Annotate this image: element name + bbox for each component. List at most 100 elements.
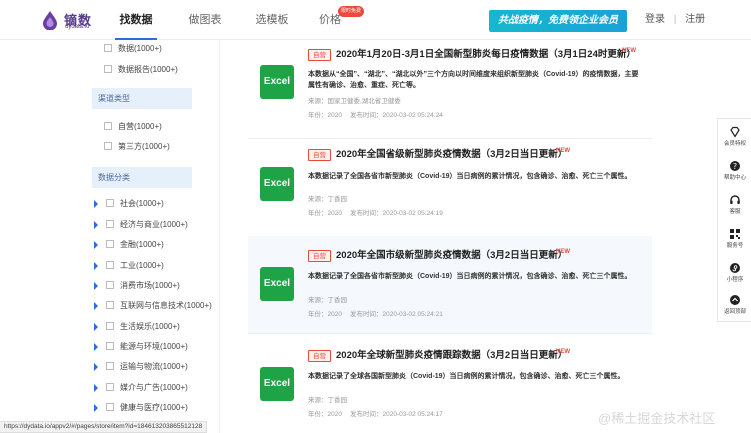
category-item[interactable]: 消费市场(1000+) (94, 279, 180, 293)
dataset-card[interactable]: Excel 自营 2020年1月20日-3月1日全国新型肺炎每日疫情数据（3月1… (248, 41, 652, 139)
qr-code-icon (730, 229, 740, 239)
excel-file-icon: Excel (260, 167, 294, 201)
data-category-heading: 数据分类 (92, 167, 192, 188)
customer-service-button[interactable]: 客服 (718, 191, 751, 220)
dataset-meta: 年份：2020 发布时间：2020-03-02 05:24:19 (308, 209, 451, 219)
checkbox[interactable] (104, 43, 112, 52)
expand-arrow-icon[interactable] (94, 363, 98, 371)
dataset-year: 年份：2020 (308, 112, 342, 119)
mini-program-button[interactable]: 小程序 (718, 259, 751, 288)
filter-option[interactable]: 数据(1000+) (104, 42, 162, 56)
filter-sidebar: 数据(1000+) 数据报告(1000+) 渠道类型 自营(1000+) 第三方… (0, 40, 220, 433)
category-item[interactable]: 社会(1000+) (94, 197, 164, 211)
dataset-source: 来源：丁香园 (308, 196, 347, 203)
dataset-source: 来源：丁香园 (308, 297, 347, 304)
dataset-year: 年份：2020 (308, 411, 342, 418)
nav-find-data[interactable]: 找数据 (115, 0, 157, 40)
headset-icon (730, 195, 740, 204)
expand-arrow-icon[interactable] (94, 241, 98, 249)
back-to-top-button[interactable]: 返回顶部 (718, 291, 751, 320)
mini-program-icon (730, 263, 740, 273)
right-float-toolbar: 会员特权 ? 帮助中心 客服 服务号 小程序 返回顶部 (717, 118, 751, 322)
dataset-title[interactable]: 2020年全国省级新型肺炎疫情数据（3月2日当日更新） (336, 148, 567, 162)
diamond-icon (730, 126, 740, 138)
channel-type-heading: 渠道类型 (92, 88, 192, 109)
checkbox[interactable] (106, 321, 114, 330)
excel-file-icon: Excel (260, 65, 294, 99)
expand-arrow-icon[interactable] (94, 323, 98, 331)
checkbox[interactable] (106, 239, 114, 248)
sidebar-divider (219, 40, 220, 433)
category-item[interactable]: 互联网与信息技术(1000+) (94, 299, 212, 313)
checkbox[interactable] (104, 141, 112, 150)
expand-arrow-icon[interactable] (94, 262, 98, 270)
filter-option[interactable]: 自营(1000+) (104, 120, 162, 134)
excel-file-icon: Excel (260, 367, 294, 401)
nav-templates[interactable]: 选模板 (252, 0, 292, 40)
checkbox[interactable] (106, 219, 114, 228)
expand-arrow-icon[interactable] (94, 282, 98, 290)
svg-text:?: ? (733, 162, 737, 171)
dataset-title[interactable]: 2020年全国市级新型肺炎疫情数据（3月2日当日更新） (336, 249, 567, 263)
dataset-meta: 年份：2020 发布时间：2020-03-02 05:24:24 (308, 111, 451, 121)
expand-arrow-icon[interactable] (94, 302, 98, 310)
checkbox[interactable] (106, 280, 114, 289)
new-badge: NEW (556, 349, 570, 355)
dataset-year: 年份：2020 (308, 210, 342, 217)
checkbox[interactable] (106, 361, 114, 370)
browser-status-url: https://dydata.io/appv2/#/pages/store/it… (0, 421, 208, 433)
category-item[interactable]: 经济与商业(1000+) (94, 218, 188, 232)
category-item[interactable]: 能源与环境(1000+) (94, 340, 188, 354)
pricing-badge: 限时免费 (338, 6, 365, 17)
help-icon: ? (730, 161, 740, 171)
nav-make-chart[interactable]: 做图表 (185, 0, 225, 40)
dataset-title[interactable]: 2020年全球新型肺炎疫情跟踪数据（3月2日当日更新） (336, 349, 567, 363)
filter-option[interactable]: 第三方(1000+) (104, 140, 170, 154)
register-link[interactable]: 注册 (685, 14, 705, 25)
login-link[interactable]: 登录 (645, 14, 665, 25)
logo-subtext: dydata.io (65, 24, 90, 30)
dataset-card[interactable]: Excel 自营 2020年全国市级新型肺炎疫情数据（3月2日当日更新） NEW… (248, 236, 652, 334)
checkbox[interactable] (104, 64, 112, 73)
dataset-title[interactable]: 2020年1月20日-3月1日全国新型肺炎每日疫情数据（3月1日24时更新） (336, 48, 636, 62)
arrow-up-icon (730, 295, 740, 305)
expand-arrow-icon[interactable] (94, 200, 98, 208)
logo-icon (43, 11, 57, 30)
self-operated-tag: 自营 (308, 250, 331, 262)
category-item[interactable]: 健康与医疗(1000+) (94, 401, 188, 415)
logo[interactable]: 镝数 dydata.io (40, 9, 110, 33)
checkbox[interactable] (106, 300, 114, 309)
expand-arrow-icon[interactable] (94, 343, 98, 351)
checkbox[interactable] (106, 402, 114, 411)
help-center-button[interactable]: ? 帮助中心 (718, 157, 751, 186)
service-account-button[interactable]: 服务号 (718, 225, 751, 254)
checkbox[interactable] (106, 382, 114, 391)
dataset-card[interactable]: Excel 自营 2020年全球新型肺炎疫情跟踪数据（3月2日当日更新） NEW… (248, 334, 652, 432)
category-item[interactable]: 生活娱乐(1000+) (94, 320, 180, 334)
auth-divider: | (673, 14, 677, 25)
category-item[interactable]: 媒介与广告(1000+) (94, 381, 188, 395)
self-operated-tag: 自营 (308, 149, 331, 161)
filter-option[interactable]: 数据报告(1000+) (104, 63, 178, 77)
category-item[interactable]: 工业(1000+) (94, 259, 164, 273)
checkbox[interactable] (104, 121, 112, 130)
member-privileges-button[interactable]: 会员特权 (718, 123, 751, 152)
dataset-description: 本数据记录了全国各省市新型肺炎（Covid-19）当日病例的累计情况，包含确诊、… (308, 273, 632, 280)
expand-arrow-icon[interactable] (94, 404, 98, 412)
promo-banner[interactable]: 共战疫情，免费领企业会员 (489, 10, 627, 32)
dataset-published: 发布时间：2020-03-02 05:24:19 (349, 210, 443, 217)
new-badge: NEW (556, 148, 570, 154)
expand-arrow-icon[interactable] (94, 384, 98, 392)
new-badge: NEW (622, 48, 636, 54)
watermark: @稀土掘金技术社区 (598, 411, 716, 426)
expand-arrow-icon[interactable] (94, 221, 98, 229)
checkbox[interactable] (106, 260, 114, 269)
category-item[interactable]: 运输与物流(1000+) (94, 360, 188, 374)
dataset-card[interactable]: Excel 自营 2020年全国省级新型肺炎疫情数据（3月2日当日更新） NEW… (248, 140, 652, 238)
category-item[interactable]: 金融(1000+) (94, 238, 164, 252)
dataset-published: 发布时间：2020-03-02 05:24:21 (349, 311, 443, 318)
top-header: 镝数 dydata.io 找数据 做图表 选模板 价格 限时免费 共战疫情，免费… (0, 0, 751, 40)
dataset-source: 来源：丁香园 (308, 397, 347, 404)
checkbox[interactable] (106, 341, 114, 350)
checkbox[interactable] (106, 198, 114, 207)
